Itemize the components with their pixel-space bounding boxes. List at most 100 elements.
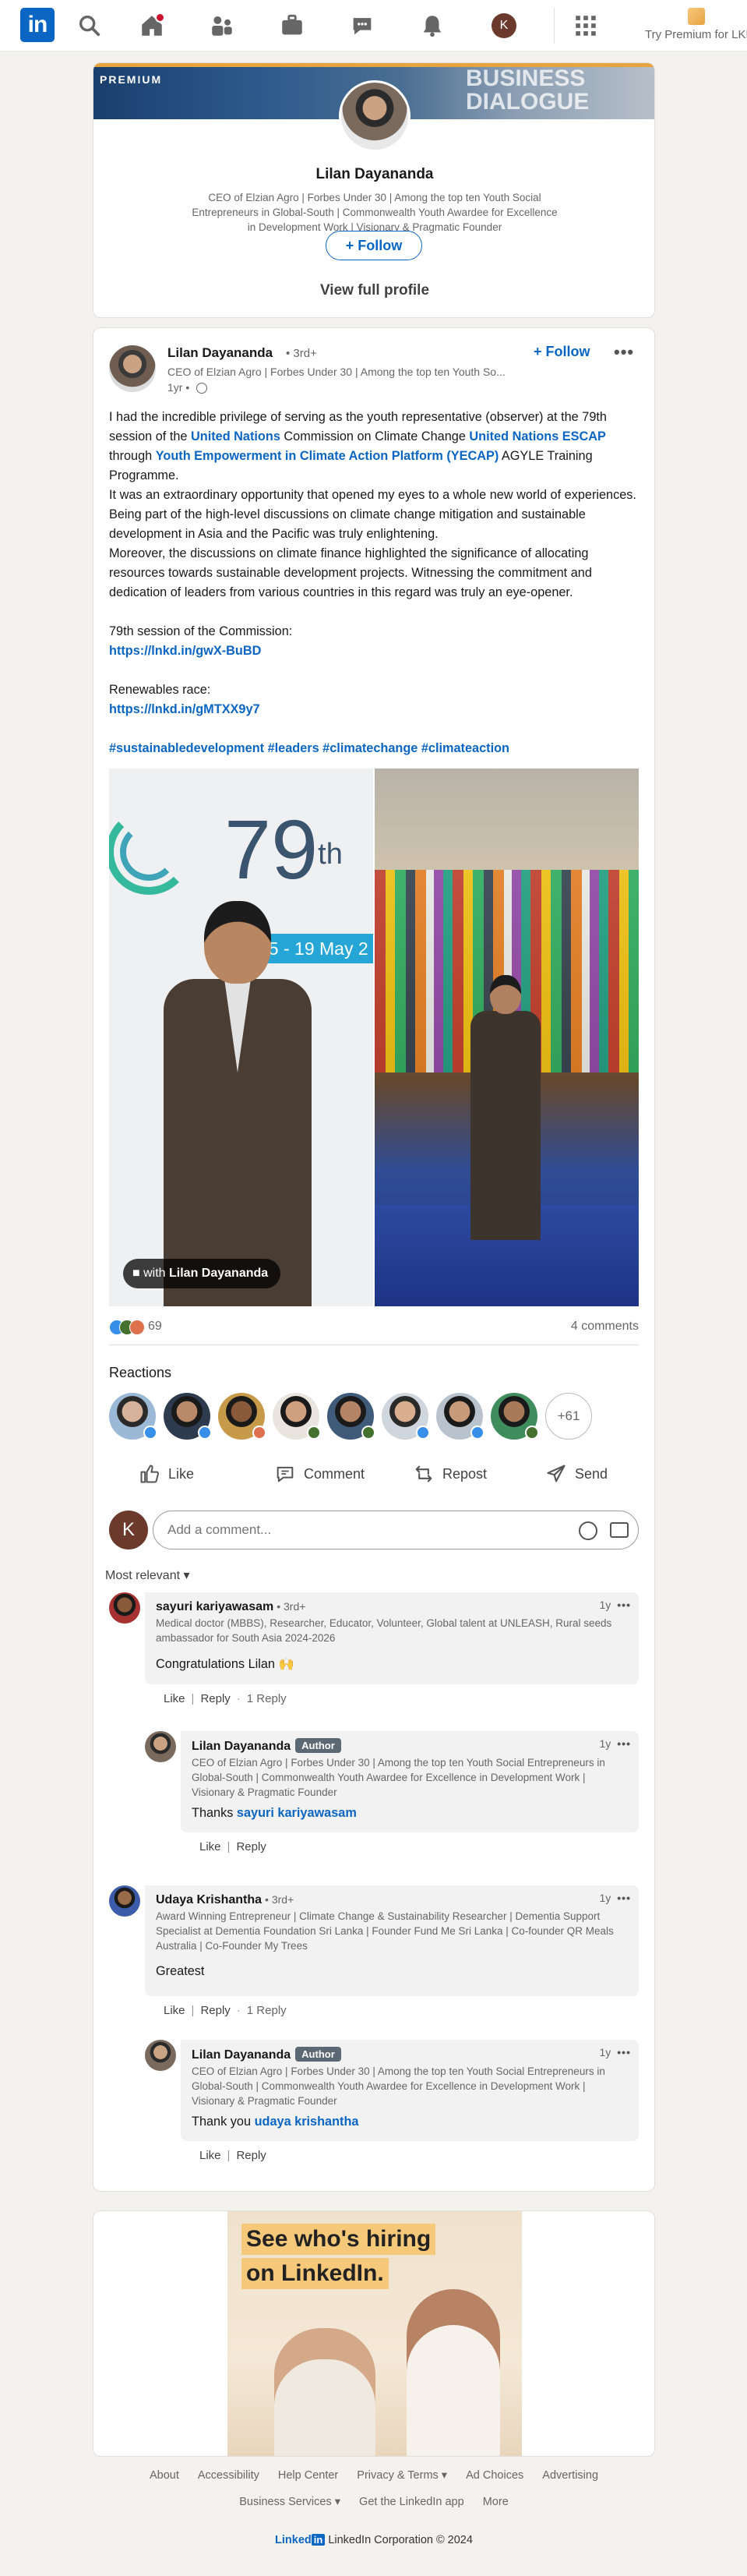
- comment-options-icon[interactable]: •••: [617, 2046, 631, 2058]
- author-name[interactable]: Lilan Dayananda: [167, 345, 273, 361]
- like-reaction-icon: [143, 1426, 157, 1440]
- post-hashtags[interactable]: #sustainabledevelopment #leaders #climat…: [109, 741, 509, 755]
- comment-text: Greatest: [156, 1964, 205, 1978]
- reactor-avatar[interactable]: [109, 1393, 157, 1440]
- comment-options-icon[interactable]: •••: [617, 1599, 631, 1611]
- comment-like-button[interactable]: Like: [199, 1840, 221, 1853]
- commenter-name[interactable]: Udaya Krishantha: [156, 1893, 262, 1906]
- footer-link-advertising[interactable]: Advertising: [542, 2469, 598, 2482]
- reactor-avatar[interactable]: [491, 1393, 539, 1440]
- comment-like-button[interactable]: Like: [199, 2149, 221, 2162]
- comment-input[interactable]: [153, 1511, 639, 1549]
- mention-united-nations[interactable]: United Nations: [191, 429, 280, 443]
- reactor-avatar[interactable]: [436, 1393, 484, 1440]
- try-premium-link[interactable]: Try Premium for LKR0: [645, 6, 747, 45]
- send-button[interactable]: Send: [545, 1457, 608, 1491]
- messaging-icon[interactable]: [349, 12, 375, 39]
- reaction-icons[interactable]: [109, 1320, 146, 1335]
- comment-time: 1y: [599, 1892, 611, 1904]
- grid-icon[interactable]: [573, 12, 599, 39]
- post-actions-bar: Like Comment Repost Send: [109, 1457, 639, 1491]
- footer-link-business-services[interactable]: Business Services ▾: [239, 2496, 340, 2508]
- image-upload-icon[interactable]: [610, 1522, 629, 1538]
- comments-count[interactable]: 4 comments: [571, 1320, 639, 1334]
- comment-text-body: Thank you: [192, 2115, 255, 2129]
- comment-sort-dropdown[interactable]: Most relevant ▾: [105, 1567, 190, 1583]
- banner-text: BUSINESS DIALOGUE: [466, 67, 589, 114]
- commenter-name[interactable]: Lilan Dayananda: [192, 2048, 291, 2062]
- reply-count[interactable]: 1 Reply: [247, 1692, 287, 1705]
- like-button[interactable]: Like: [139, 1457, 194, 1491]
- comment-reply-button[interactable]: Reply: [200, 2004, 230, 2017]
- follow-button[interactable]: + Follow: [534, 344, 590, 360]
- mention-yecap[interactable]: Youth Empowerment in Climate Action Plat…: [156, 449, 499, 463]
- home-icon[interactable]: [139, 12, 165, 39]
- post-photo-left[interactable]: 79th 15 - 19 May 2 ■ with Lilan Dayanand…: [109, 769, 373, 1306]
- connection-degree: • 3rd+: [265, 1893, 294, 1906]
- comment-like-button[interactable]: Like: [164, 2004, 185, 2017]
- reactor-avatar[interactable]: [218, 1393, 266, 1440]
- follow-button[interactable]: + Follow: [326, 231, 422, 260]
- more-reactors-button[interactable]: +61: [545, 1393, 592, 1440]
- people-icon[interactable]: [209, 12, 235, 39]
- like-reaction-icon: [470, 1426, 484, 1440]
- person-tag-icon: ■: [132, 1267, 144, 1280]
- repost-button[interactable]: Repost: [413, 1457, 487, 1491]
- comment-options-icon[interactable]: •••: [617, 1737, 631, 1750]
- globe-icon: [196, 383, 207, 394]
- linkedin-logo[interactable]: in: [20, 8, 55, 42]
- emoji-icon[interactable]: [579, 1521, 597, 1540]
- comment-reply-button[interactable]: Reply: [200, 1692, 230, 1705]
- mention-link[interactable]: udaya krishantha: [255, 2115, 359, 2129]
- send-icon: [547, 1465, 566, 1482]
- post-link-label-1: 79th session of the Commission:: [109, 624, 293, 638]
- repost-icon: [415, 1465, 432, 1482]
- reactor-avatar[interactable]: [273, 1393, 321, 1440]
- post-photo-right[interactable]: [375, 769, 639, 1306]
- commenter-name[interactable]: Lilan Dayananda: [192, 1740, 291, 1753]
- profile-name[interactable]: Lilan Dayananda: [93, 166, 654, 183]
- commenter-avatar[interactable]: [109, 1885, 140, 1917]
- comment-button[interactable]: Comment: [274, 1457, 365, 1491]
- commenter-headline: CEO of Elzian Agro | Forbes Under 30 | A…: [192, 2065, 605, 2107]
- post-link-1[interactable]: https://lnkd.in/gwX-BuBD: [109, 644, 261, 658]
- comment-bubble: Udaya Krishantha • 3rd+ Award Winning Ent…: [145, 1885, 639, 1996]
- footer-link-accessibility[interactable]: Accessibility: [198, 2469, 259, 2482]
- comment-options-icon[interactable]: •••: [617, 1892, 631, 1904]
- footer-link-more[interactable]: More: [483, 2496, 509, 2508]
- reply-count[interactable]: 1 Reply: [247, 2004, 287, 2017]
- jobs-icon[interactable]: [279, 12, 305, 39]
- commenter-avatar[interactable]: [109, 1592, 140, 1624]
- reactor-avatar[interactable]: [382, 1393, 430, 1440]
- mention-link[interactable]: sayuri kariyawasam: [237, 1806, 357, 1820]
- me-avatar[interactable]: K: [492, 13, 516, 38]
- mention-un-escap[interactable]: United Nations ESCAP: [469, 429, 606, 443]
- footer-link-about[interactable]: About: [150, 2469, 179, 2482]
- profile-photo[interactable]: [339, 80, 410, 152]
- view-full-profile-link[interactable]: View full profile: [93, 282, 654, 299]
- reactor-avatar[interactable]: [164, 1393, 212, 1440]
- footer-link-privacy-terms[interactable]: Privacy & Terms ▾: [357, 2469, 447, 2482]
- author-avatar[interactable]: [109, 345, 156, 392]
- footer-link-help-center[interactable]: Help Center: [278, 2469, 338, 2482]
- post-image[interactable]: 79th 15 - 19 May 2 ■ with Lilan Dayanand…: [109, 769, 639, 1306]
- comment-actions: Like | Reply · 1 Reply: [164, 1692, 287, 1705]
- comment-bubble: Lilan Dayananda Author CEO of Elzian Agro…: [181, 2040, 639, 2141]
- photo-tag-name: Lilan Dayananda: [169, 1267, 269, 1280]
- footer-link-ad-choices[interactable]: Ad Choices: [466, 2469, 523, 2482]
- commenter-name[interactable]: sayuri kariyawasam: [156, 1600, 273, 1613]
- footer-link-get-app[interactable]: Get the LinkedIn app: [359, 2496, 464, 2508]
- post-link-2[interactable]: https://lnkd.in/gMTXX9y7: [109, 702, 260, 716]
- search-icon[interactable]: [76, 12, 103, 39]
- reaction-count[interactable]: 69: [148, 1320, 162, 1334]
- comment-like-button[interactable]: Like: [164, 1692, 185, 1705]
- commenter-avatar[interactable]: [145, 2040, 176, 2071]
- ad-banner[interactable]: See who's hiring on LinkedIn.: [227, 2211, 522, 2456]
- notifications-icon[interactable]: [419, 12, 446, 39]
- commenter-avatar[interactable]: [145, 1731, 176, 1762]
- comment-reply-button[interactable]: Reply: [236, 1840, 266, 1853]
- photo-tag[interactable]: ■ with Lilan Dayananda: [123, 1259, 281, 1288]
- more-options-icon[interactable]: •••: [614, 342, 634, 362]
- comment-reply-button[interactable]: Reply: [236, 2149, 266, 2162]
- reactor-avatar[interactable]: [327, 1393, 375, 1440]
